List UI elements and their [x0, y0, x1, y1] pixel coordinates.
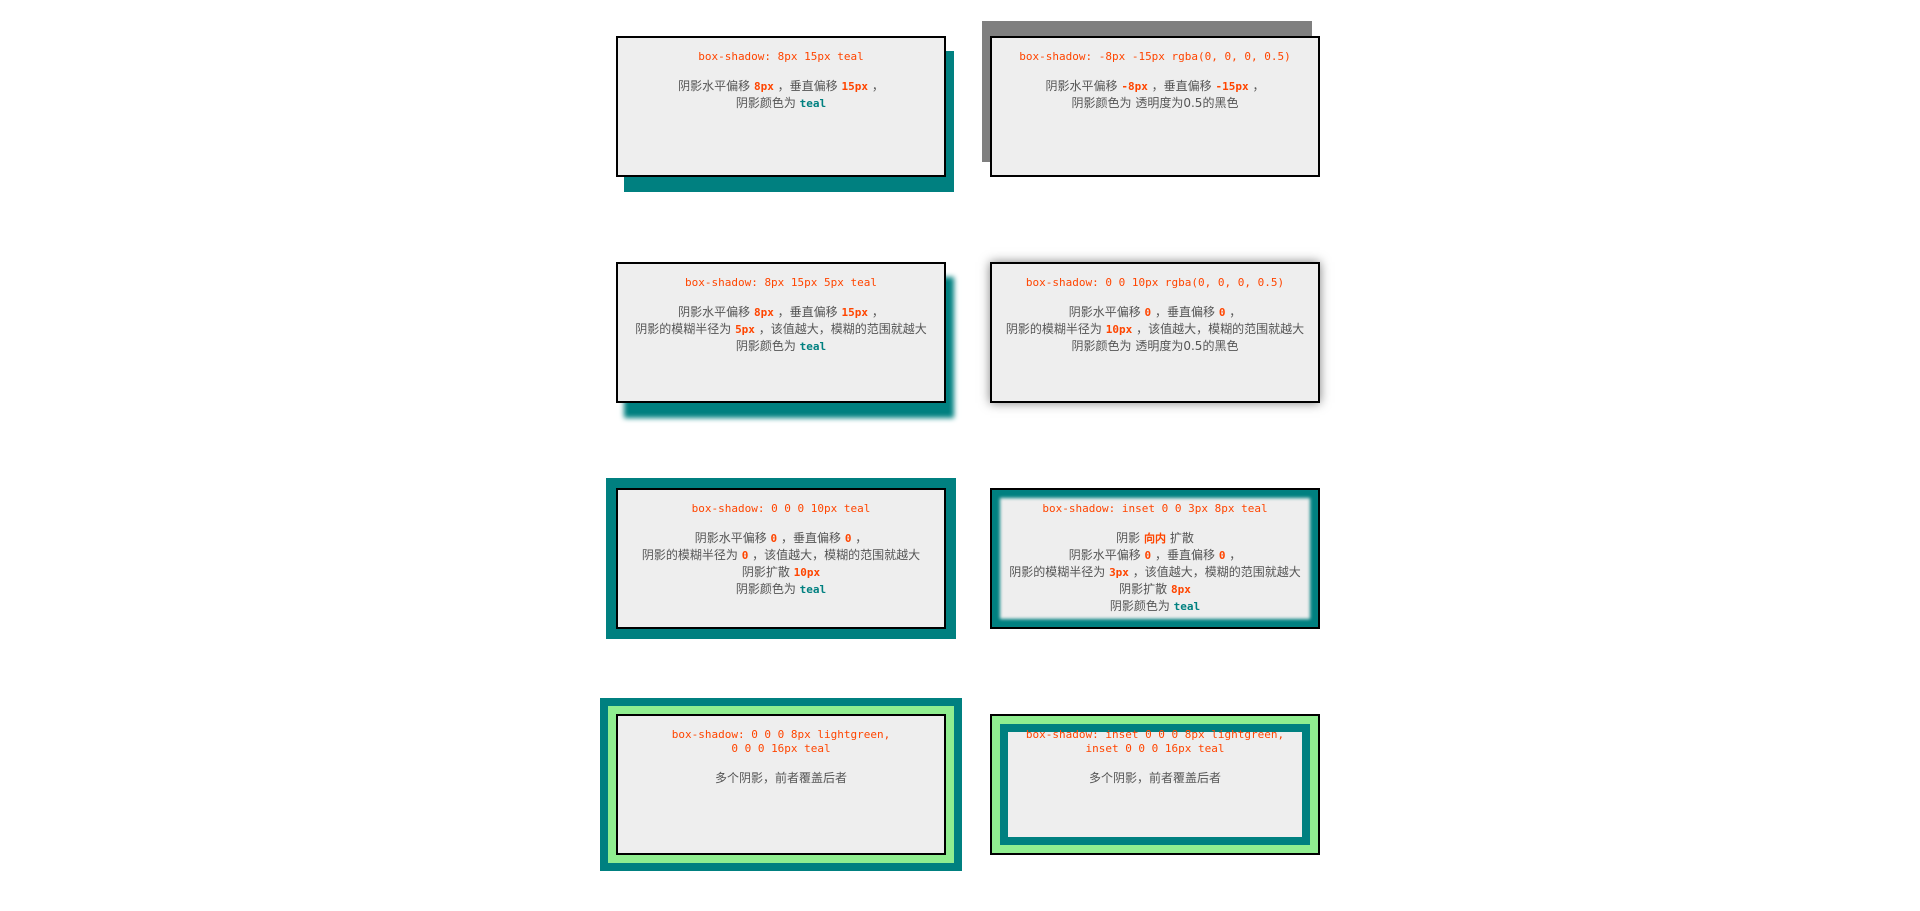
description-text: ，垂直偏移: [1151, 548, 1219, 562]
description-text: ，该值越大，模糊的范围就越大: [754, 322, 927, 336]
css-code-label: box-shadow: inset 0 0 3px 8px teal: [1042, 502, 1268, 515]
shadow-demo-box: box-shadow: inset 0 0 0 8px lightgreen, …: [990, 714, 1320, 855]
description-line: 阴影颜色为 teal: [618, 338, 944, 355]
description-text: ，: [868, 305, 884, 319]
shadow-demo-box: box-shadow: 0 0 0 8px lightgreen, 0 0 0 …: [616, 714, 946, 855]
description-text: 阴影的模糊半径为: [641, 548, 742, 562]
css-code-label: box-shadow: 0 0 10px rgba(0, 0, 0, 0.5): [1025, 276, 1285, 289]
description-text: 阴影颜色为: [1109, 599, 1174, 613]
value-highlight: 10px: [1105, 323, 1133, 336]
description-text: 阴影水平偏移: [694, 531, 771, 545]
description-text: 多个阴影，前者覆盖后者: [714, 771, 847, 785]
value-highlight: 10px: [793, 566, 821, 579]
description-line: 阴影水平偏移 0 ，垂直偏移 0 ，: [992, 547, 1318, 564]
description-line: 阴影水平偏移 8px ，垂直偏移 15px ，: [618, 78, 944, 95]
description-line: 阴影颜色为 透明度为0.5的黑色: [992, 338, 1318, 354]
shadow-demo-box: box-shadow: 8px 15px 5px teal 阴影水平偏移 8px …: [616, 262, 946, 403]
value-highlight: teal: [799, 97, 827, 110]
description-text: ，: [868, 79, 884, 93]
description-line: 多个阴影，前者覆盖后者: [618, 770, 944, 786]
description-line: 阴影水平偏移 -8px ，垂直偏移 -15px ，: [992, 78, 1318, 95]
description-line: 阴影水平偏移 0 ，垂直偏移 0 ，: [618, 530, 944, 547]
description-text: 阴影水平偏移: [1068, 305, 1145, 319]
description-text: 阴影水平偏移: [1068, 548, 1145, 562]
shadow-demo-box: box-shadow: inset 0 0 3px 8px teal 阴影 向内 …: [990, 488, 1320, 629]
shadow-demo-box: box-shadow: 0 0 10px rgba(0, 0, 0, 0.5) 阴…: [990, 262, 1320, 403]
description-text: 阴影的模糊半径为: [635, 322, 736, 336]
value-highlight: 15px: [841, 306, 869, 319]
description-text: ，垂直偏移: [1147, 79, 1216, 93]
value-highlight: 8px: [753, 80, 774, 93]
description-text: 阴影水平偏移: [1045, 79, 1122, 93]
description-text: ，该值越大，模糊的范围就越大: [748, 548, 921, 562]
value-highlight: teal: [799, 340, 827, 353]
description-line: 阴影的模糊半径为 10px ，该值越大，模糊的范围就越大: [992, 321, 1318, 338]
shadow-demo-box: box-shadow: -8px -15px rgba(0, 0, 0, 0.5…: [990, 36, 1320, 177]
description-text: ，: [851, 531, 868, 545]
description-text: 阴影颜色为: [735, 582, 800, 596]
description-text: 阴影颜色为 透明度为0.5的黑色: [1071, 96, 1239, 110]
description-text: ，该值越大，模糊的范围就越大: [1128, 565, 1301, 579]
description-text: ，垂直偏移: [777, 531, 845, 545]
description-text: 阴影扩散: [741, 565, 794, 579]
css-code-label: box-shadow: 8px 15px teal: [698, 50, 864, 63]
value-highlight: 向内: [1144, 532, 1166, 545]
description-line: 阴影扩散 8px: [992, 581, 1318, 598]
value-highlight: 8px: [753, 306, 774, 319]
value-highlight: -8px: [1121, 80, 1148, 93]
description-line: 阴影的模糊半径为 3px ，该值越大，模糊的范围就越大: [992, 564, 1318, 581]
shadow-demo-box: box-shadow: 0 0 0 10px teal 阴影水平偏移 0 ，垂直偏…: [616, 488, 946, 629]
description-text: ，垂直偏移: [773, 79, 842, 93]
value-highlight: 15px: [841, 80, 869, 93]
css-code-label: box-shadow: 8px 15px 5px teal: [684, 276, 878, 289]
description-line: 阴影的模糊半径为 0 ，该值越大，模糊的范围就越大: [618, 547, 944, 564]
description-line: 阴影 向内 扩散: [992, 530, 1318, 547]
value-highlight: teal: [1173, 600, 1201, 613]
description-line: 阴影颜色为 teal: [618, 95, 944, 112]
demo-grid: box-shadow: 8px 15px teal 阴影水平偏移 8px ，垂直偏…: [0, 0, 1920, 911]
description-text: ，垂直偏移: [1151, 305, 1219, 319]
value-highlight: 5px: [735, 323, 755, 336]
description-text: 阴影颜色为 透明度为0.5的黑色: [1071, 339, 1239, 353]
description-line: 阴影水平偏移 0 ，垂直偏移 0 ，: [992, 304, 1318, 321]
shadow-demo-box: box-shadow: 8px 15px teal 阴影水平偏移 8px ，垂直偏…: [616, 36, 946, 177]
description-line: 多个阴影，前者覆盖后者: [992, 770, 1318, 786]
description-line: 阴影水平偏移 8px ，垂直偏移 15px ，: [618, 304, 944, 321]
value-highlight: -15px: [1215, 80, 1249, 93]
description-text: 阴影的模糊半径为: [1005, 322, 1106, 336]
description-text: 阴影扩散: [1119, 582, 1171, 596]
value-highlight: 8px: [1170, 583, 1191, 596]
description-text: 扩散: [1166, 531, 1194, 545]
description-text: 多个阴影，前者覆盖后者: [1088, 771, 1221, 785]
description-text: 阴影: [1116, 531, 1144, 545]
description-text: 阴影水平偏移: [678, 305, 754, 319]
description-text: ，垂直偏移: [773, 305, 842, 319]
description-text: ，: [1225, 305, 1242, 319]
value-highlight: teal: [799, 583, 827, 596]
css-code-label: box-shadow: -8px -15px rgba(0, 0, 0, 0.5…: [1019, 50, 1291, 63]
description-text: 阴影水平偏移: [678, 79, 754, 93]
description-text: ，该值越大，模糊的范围就越大: [1132, 322, 1305, 336]
description-text: 阴影颜色为: [735, 96, 800, 110]
description-text: 阴影的模糊半径为: [1009, 565, 1110, 579]
description-line: 阴影扩散 10px: [618, 564, 944, 581]
css-code-label: box-shadow: 0 0 0 8px lightgreen, 0 0 0 …: [671, 728, 891, 755]
description-line: 阴影颜色为 透明度为0.5的黑色: [992, 95, 1318, 111]
description-text: ，: [1248, 79, 1265, 93]
description-text: ，: [1225, 548, 1242, 562]
css-code-label: box-shadow: 0 0 0 10px teal: [691, 502, 871, 515]
value-highlight: 3px: [1109, 566, 1129, 579]
css-code-label: box-shadow: inset 0 0 0 8px lightgreen, …: [1025, 728, 1285, 755]
description-line: 阴影颜色为 teal: [618, 581, 944, 598]
description-line: 阴影颜色为 teal: [992, 598, 1318, 615]
description-text: 阴影颜色为: [735, 339, 800, 353]
description-line: 阴影的模糊半径为 5px ，该值越大，模糊的范围就越大: [618, 321, 944, 338]
